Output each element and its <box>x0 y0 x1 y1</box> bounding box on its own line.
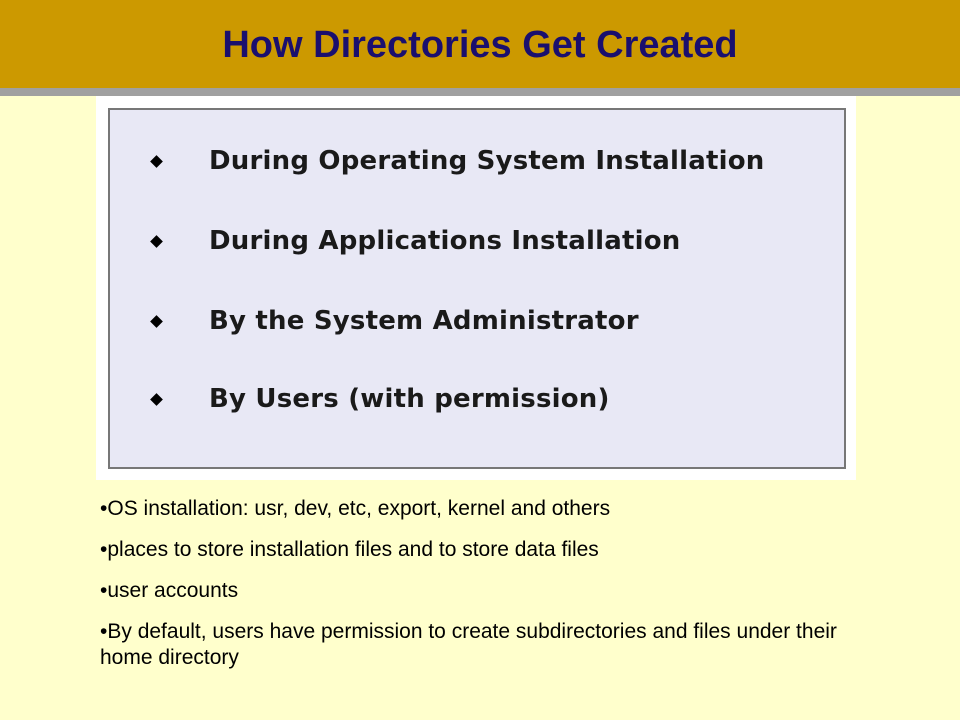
box-item-app-install: During Applications Installation <box>150 221 680 261</box>
box-item-label: During Applications Installation <box>209 226 681 256</box>
note-text: OS installation: usr, dev, etc, export, … <box>107 497 611 520</box>
note-item: •places to store installation files and … <box>100 537 860 563</box>
note-item: •By default, users have permission to cr… <box>100 619 860 671</box>
box-item-users: By Users (with permission) <box>150 379 610 419</box>
diamond-bullet-icon <box>150 154 163 168</box>
box-item-label: During Operating System Installation <box>209 146 765 176</box>
note-item: •user accounts <box>100 578 860 604</box>
title-divider <box>0 88 960 96</box>
creation-methods-box: During Operating System Installation Dur… <box>108 108 846 469</box>
embedded-image: During Operating System Installation Dur… <box>96 96 856 480</box>
diamond-bullet-icon <box>150 392 163 406</box>
note-text: user accounts <box>107 579 239 602</box>
box-item-label: By Users (with permission) <box>209 384 610 414</box>
title-bar: How Directories Get Created <box>0 0 960 88</box>
note-item: •OS installation: usr, dev, etc, export,… <box>100 496 860 522</box>
box-item-sysadmin: By the System Administrator <box>150 301 639 341</box>
notes-list: •OS installation: usr, dev, etc, export,… <box>100 496 860 686</box>
note-text: By default, users have permission to cre… <box>100 620 837 669</box>
diamond-bullet-icon <box>150 234 163 248</box>
box-item-label: By the System Administrator <box>209 306 639 336</box>
note-text: places to store installation files and t… <box>107 538 599 561</box>
slide-title: How Directories Get Created <box>222 23 738 66</box>
diamond-bullet-icon <box>150 314 163 328</box>
box-item-os-install: During Operating System Installation <box>150 141 765 181</box>
